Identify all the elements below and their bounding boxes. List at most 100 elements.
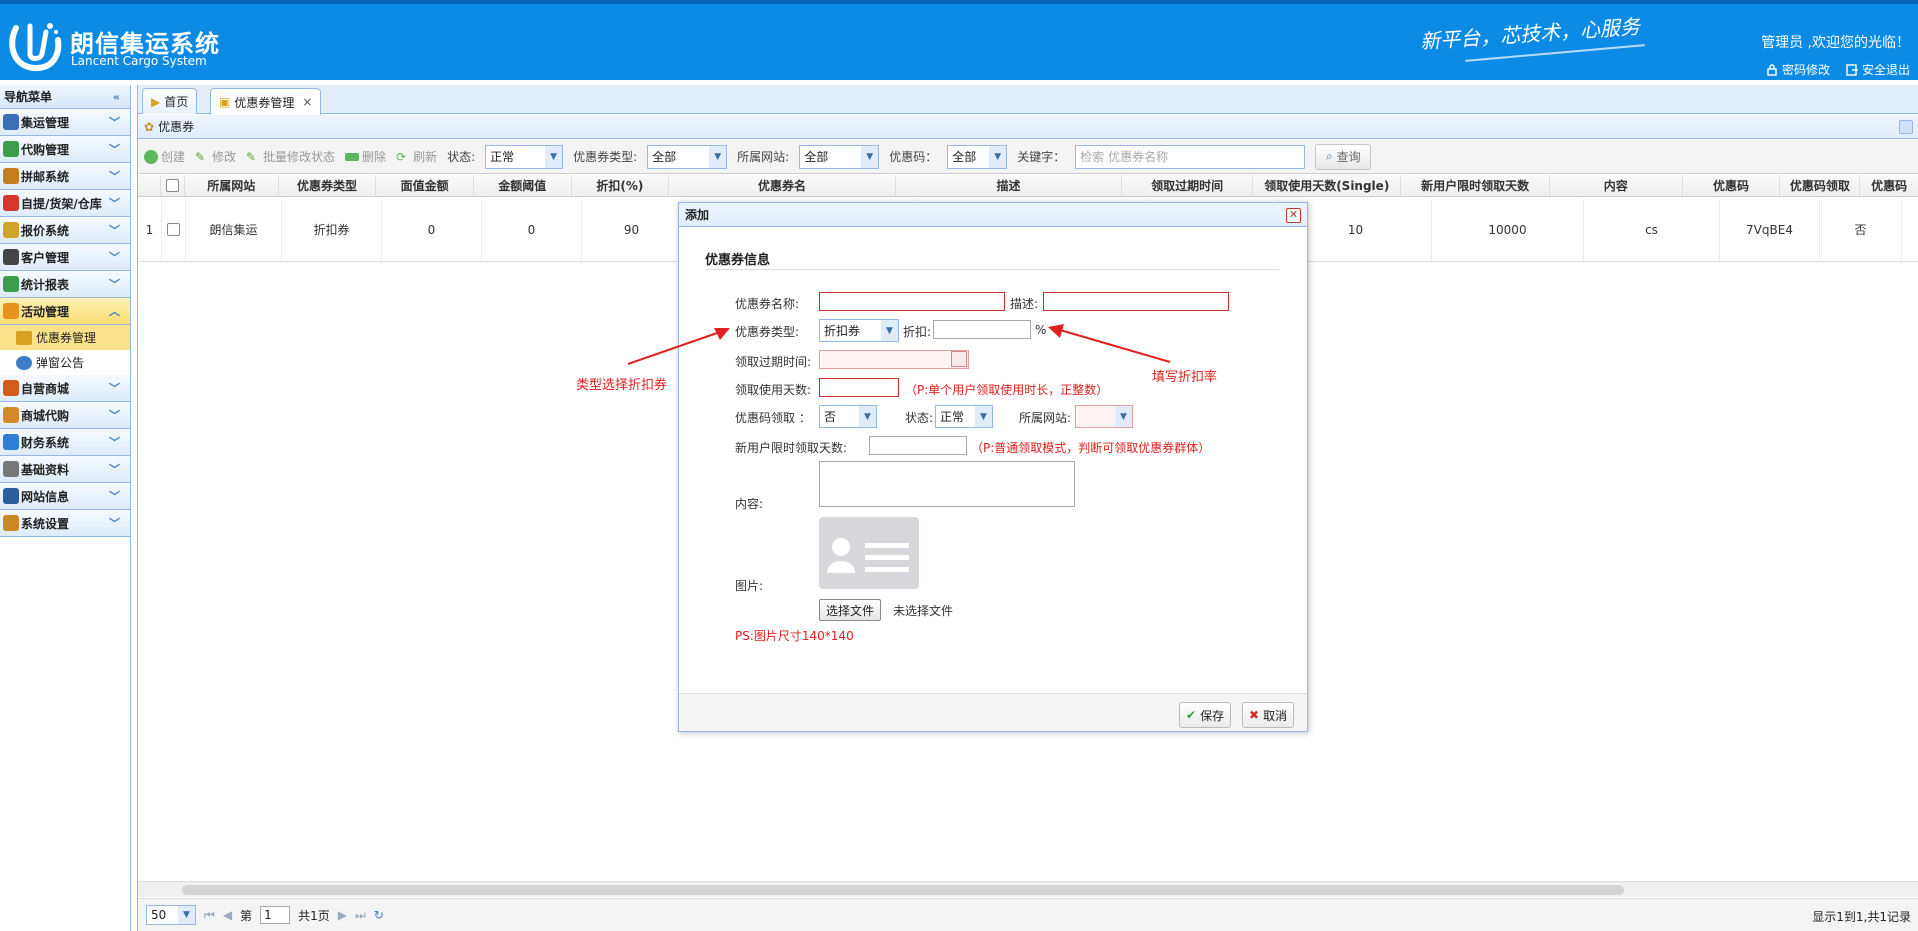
new-user-days-input[interactable]: [869, 436, 967, 455]
sidebar-subitem-popup[interactable]: 弹窗公告: [0, 350, 130, 375]
calendar-icon[interactable]: [951, 351, 967, 367]
coupon-type-value: 折扣券: [824, 324, 861, 338]
sidebar-item[interactable]: 基础资料 ﹀: [0, 456, 130, 483]
cancel-button[interactable]: ✖ 取消: [1242, 702, 1295, 728]
reload-icon[interactable]: ↻: [374, 908, 384, 922]
sidebar-item[interactable]: 活动管理 ︿: [0, 298, 130, 325]
sidebar-item[interactable]: 客户管理 ﹀: [0, 244, 130, 271]
table-cell: 否: [1820, 198, 1902, 261]
tab-home[interactable]: ▶ 首页: [142, 88, 198, 114]
last-page-icon[interactable]: ⏭: [355, 908, 366, 923]
collapse-sidebar-icon[interactable]: «: [113, 90, 120, 103]
keyword-input[interactable]: 检索 优惠券名称: [1075, 144, 1306, 169]
sidebar-item[interactable]: 自提/货架/仓库 ﹀: [0, 190, 130, 217]
sidebar-item-label: 系统设置: [21, 516, 70, 531]
close-tab-icon[interactable]: ×: [302, 95, 312, 109]
status-filter-select[interactable]: 正常 ▼: [485, 144, 564, 169]
column-header[interactable]: 折扣(%): [572, 175, 670, 196]
ball-icon: [3, 195, 19, 211]
status-filter-label: 状态:: [447, 150, 476, 164]
dialog-footer: ✔ 保存 ✖ 取消: [679, 693, 1307, 731]
create-button[interactable]: 创建: [144, 148, 185, 165]
sidebar-item[interactable]: 网站信息 ﹀: [0, 483, 130, 510]
description-input[interactable]: [1043, 292, 1229, 311]
column-header[interactable]: 优惠券类型: [279, 175, 377, 196]
prev-page-icon[interactable]: ◀: [223, 908, 232, 922]
code-filter-select[interactable]: 全部 ▼: [947, 144, 1008, 169]
change-password-label: 密码修改: [1781, 63, 1830, 77]
coupon-name-input[interactable]: [819, 292, 1005, 311]
sidebar-item[interactable]: 拼邮系统 ﹀: [0, 163, 130, 190]
column-header[interactable]: 所属网站: [185, 175, 279, 196]
column-header[interactable]: 金额阈值: [474, 175, 572, 196]
image-size-hint: PS:图片尺寸140*140: [735, 629, 854, 643]
content-textarea[interactable]: [819, 461, 1075, 507]
sidebar-item-label: 客户管理: [21, 250, 70, 265]
site-select[interactable]: ▼: [1075, 405, 1133, 428]
horizontal-scrollbar[interactable]: [138, 881, 1918, 897]
sidebar-subitem-coupon[interactable]: 优惠券管理: [0, 325, 130, 350]
sidebar-item[interactable]: 统计报表 ﹀: [0, 271, 130, 298]
use-days-hint: （P:单个用户领取使用时长，正整数）: [905, 383, 1109, 397]
column-header[interactable]: 优惠券名: [669, 175, 896, 196]
sidebar-item-label: 自提/货架/仓库: [21, 196, 102, 211]
sidebar-item[interactable]: 自营商城 ﹀: [0, 375, 130, 402]
chevron-down-icon: ▼: [545, 145, 563, 168]
choose-file-button[interactable]: 选择文件: [819, 599, 882, 621]
table-cell: 7VqBE4: [1720, 198, 1820, 261]
page-number-input[interactable]: 1: [260, 906, 291, 924]
logout-link[interactable]: 安全退出: [1846, 61, 1910, 78]
sidebar-item[interactable]: 商城代购 ﹀: [0, 402, 130, 429]
sidebar-item[interactable]: 财务系统 ﹀: [0, 429, 130, 456]
section-title: 优惠券信息: [705, 253, 771, 268]
status-value: 正常: [940, 410, 965, 424]
site-filter-value: 全部: [804, 150, 829, 164]
page-size-select[interactable]: 50 ▼: [146, 905, 196, 925]
edit-button[interactable]: ✎ 修改: [195, 148, 236, 165]
close-icon[interactable]: ✕: [1286, 208, 1301, 223]
refresh-label: 刷新: [413, 150, 438, 164]
sidebar-item-label: 拼邮系统: [21, 169, 70, 184]
panel-collapse-button[interactable]: [1899, 120, 1913, 134]
sidebar-item[interactable]: 报价系统 ﹀: [0, 217, 130, 244]
use-days-input[interactable]: [819, 378, 899, 397]
status-select[interactable]: 正常 ▼: [935, 405, 993, 428]
column-header[interactable]: 优惠码: [1860, 175, 1918, 196]
tab-coupon-management[interactable]: ▣ 优惠券管理 ×: [210, 88, 322, 115]
code-filter-label: 优惠码：: [889, 150, 938, 164]
site-filter-select[interactable]: 全部 ▼: [799, 144, 880, 169]
expire-time-input[interactable]: [819, 350, 969, 369]
first-page-icon[interactable]: ⏮: [204, 908, 215, 923]
sidebar-item[interactable]: 集运管理 ﹀: [0, 109, 130, 136]
search-icon: ⌕: [1325, 149, 1333, 163]
next-page-icon[interactable]: ▶: [338, 908, 347, 922]
column-header[interactable]: 优惠码领取: [1780, 175, 1861, 196]
batch-edit-status-button[interactable]: ✎ 批量修改状态: [246, 148, 335, 165]
code-claim-select[interactable]: 否 ▼: [819, 405, 877, 428]
sidebar-item[interactable]: 系统设置 ﹀: [0, 510, 130, 537]
change-password-link[interactable]: 密码修改: [1766, 61, 1830, 78]
search-button[interactable]: ⌕ 查询: [1315, 143, 1372, 170]
save-button[interactable]: ✔ 保存: [1179, 702, 1232, 728]
column-header[interactable]: 领取过期时间: [1122, 175, 1254, 196]
select-all-checkbox[interactable]: [166, 179, 180, 192]
type-filter-select[interactable]: 全部 ▼: [647, 144, 728, 169]
pencil-icon: ✎: [195, 149, 206, 164]
panel-icon: ✿: [144, 119, 155, 134]
scrollbar-thumb[interactable]: [182, 885, 1624, 895]
column-header[interactable]: 领取使用天数(Single): [1253, 175, 1402, 196]
delete-button[interactable]: 删除: [345, 148, 386, 165]
row-checkbox[interactable]: [167, 223, 180, 236]
column-header[interactable]: 优惠码: [1683, 175, 1781, 196]
coupon-type-select[interactable]: 折扣券 ▼: [819, 319, 899, 342]
refresh-button[interactable]: ⟳ 刷新: [396, 148, 437, 165]
new-user-days-label: 新用户限时领取天数:: [735, 441, 848, 455]
column-header[interactable]: 新用户限时领取天数: [1401, 175, 1550, 196]
annotation-arrow-right: [1048, 324, 1171, 363]
column-header[interactable]: 面值金额: [376, 175, 474, 196]
table-cell: 朗信集运: [186, 198, 282, 261]
discount-input[interactable]: [933, 320, 1031, 339]
column-header[interactable]: 内容: [1550, 175, 1683, 196]
sidebar-item[interactable]: 代购管理 ﹀: [0, 136, 130, 163]
column-header[interactable]: 描述: [896, 175, 1123, 196]
